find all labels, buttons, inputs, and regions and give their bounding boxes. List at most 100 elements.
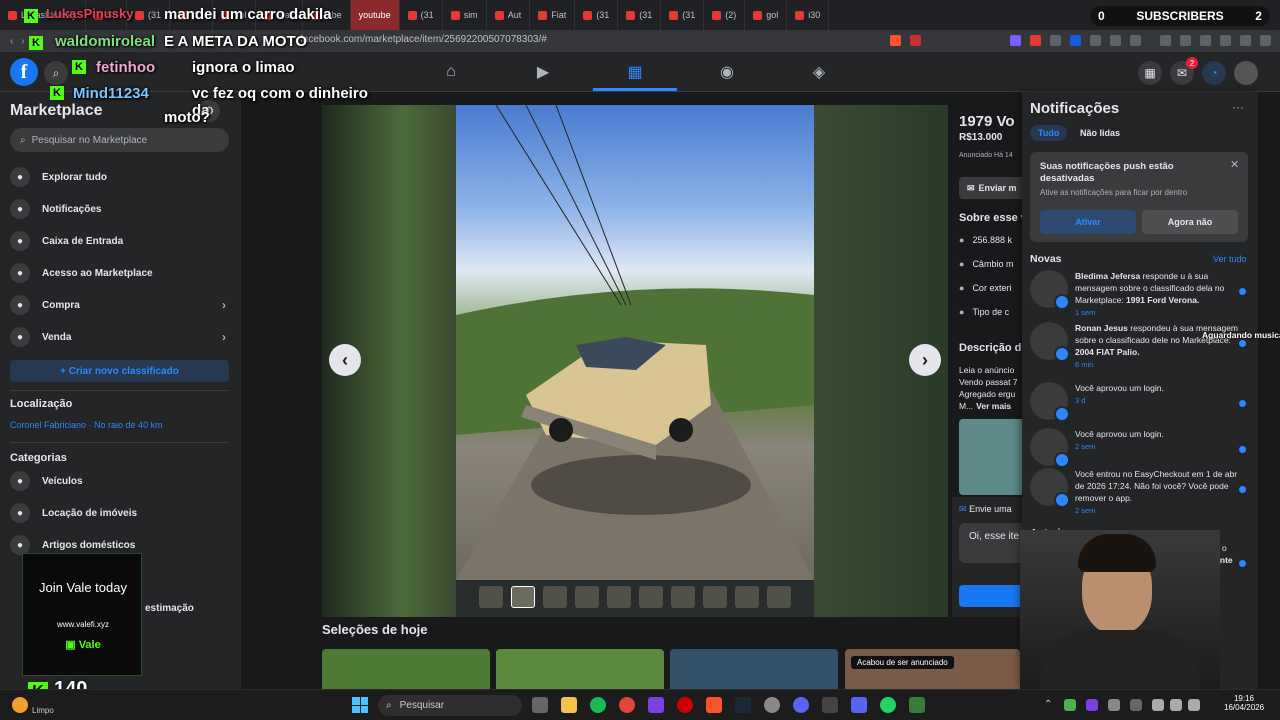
back-icon[interactable]: ‹ <box>10 36 13 47</box>
photo-thumbnail[interactable] <box>607 586 631 608</box>
listing-card[interactable] <box>496 649 664 689</box>
activate-button[interactable]: Ativar <box>1040 210 1136 234</box>
extension-icon[interactable] <box>1030 35 1041 46</box>
notification-item[interactable]: Ronan Jesus respondeu à sua mensagem sob… <box>1030 322 1252 369</box>
location-map[interactable] <box>959 419 1022 495</box>
app-icon[interactable] <box>648 697 664 713</box>
menu-icon[interactable] <box>1260 35 1271 46</box>
video-icon[interactable]: ▶ <box>531 60 555 84</box>
weather-icon[interactable] <box>12 697 28 713</box>
browser-tab[interactable]: (2) <box>704 0 746 30</box>
wifi-icon[interactable] <box>1170 699 1182 711</box>
steam-icon[interactable] <box>735 697 751 713</box>
photo-thumbnail[interactable] <box>767 586 791 608</box>
photo-thumbnail[interactable] <box>703 586 727 608</box>
search-input[interactable]: ⌕ Pesquisar no Marketplace <box>10 128 229 152</box>
volume-icon[interactable] <box>1188 699 1200 711</box>
notification-item[interactable]: Você aprovou um login. 3 d <box>1030 382 1252 428</box>
notification-item[interactable]: Você entrou no EasyCheckout em 1 de abr … <box>1030 468 1252 515</box>
clock[interactable]: 19:16 16/04/2026 <box>1224 694 1264 712</box>
extension-icon[interactable] <box>1130 35 1141 46</box>
see-all-link[interactable]: Ver tudo <box>1213 254 1247 264</box>
listing-card[interactable] <box>845 649 1020 689</box>
category-label[interactable]: estimação <box>145 603 194 614</box>
close-icon[interactable]: ✕ <box>1230 158 1239 171</box>
browser-tab[interactable]: (31 <box>400 0 443 30</box>
photo-thumbnail[interactable] <box>511 586 535 608</box>
leo-icon[interactable] <box>1220 35 1231 46</box>
file-explorer-icon[interactable] <box>561 697 577 713</box>
notification-item[interactable]: Bledima Jefersa responde u à sua mensage… <box>1030 270 1252 317</box>
photo-thumbnail[interactable] <box>479 586 503 608</box>
browser-tab[interactable]: (31 <box>618 0 662 30</box>
spotify-icon[interactable] <box>590 697 606 713</box>
brave-icon[interactable] <box>706 697 722 713</box>
extension-icon[interactable] <box>1010 35 1021 46</box>
category-item[interactable]: ● Veículos <box>10 468 230 494</box>
chrome-icon[interactable] <box>619 697 635 713</box>
browser-tab[interactable]: (31 <box>575 0 619 30</box>
app-icon[interactable] <box>822 697 838 713</box>
photo-thumbnail[interactable] <box>639 586 663 608</box>
location-link[interactable]: Coronel Fabriciano · No raio de 40 km <box>10 420 163 430</box>
more-options-icon[interactable]: ··· <box>1232 100 1244 114</box>
app-icon[interactable] <box>793 697 809 713</box>
discord-icon[interactable] <box>851 697 867 713</box>
sidebar-item[interactable]: ● Caixa de Entrada <box>10 228 230 254</box>
browser-tab[interactable]: Aut <box>487 0 531 30</box>
create-listing-button[interactable]: + Criar novo classificado <box>10 360 229 382</box>
opera-icon[interactable] <box>677 697 693 713</box>
browser-tab[interactable]: Fiat <box>530 0 576 30</box>
browser-tab[interactable]: (31 <box>661 0 705 30</box>
groups-icon[interactable]: ◉ <box>715 60 739 84</box>
home-icon[interactable]: ⌂ <box>439 60 463 84</box>
browser-tab[interactable]: gol <box>745 0 788 30</box>
next-photo-button[interactable]: › <box>909 344 941 376</box>
see-more-link[interactable]: Ver mais <box>976 401 1011 411</box>
bell-icon[interactable]: ◔ <box>1202 61 1226 85</box>
send-button[interactable] <box>959 585 1022 607</box>
browser-tab[interactable]: sim <box>443 0 487 30</box>
photo-thumbnail[interactable] <box>543 586 567 608</box>
whatsapp-icon[interactable] <box>880 697 896 713</box>
vpn-icon[interactable] <box>1240 35 1251 46</box>
microphone-icon[interactable] <box>1152 699 1164 711</box>
message-input[interactable]: Oi, esse ite <box>959 523 1022 563</box>
filter-unread-tab[interactable]: Não lidas <box>1072 125 1128 141</box>
taskbar-search[interactable]: ⌕ Pesquisar <box>378 695 522 716</box>
sidebar-item[interactable]: ● Acesso ao Marketplace <box>10 260 230 286</box>
extension-icon[interactable] <box>1110 35 1121 46</box>
sidebar-item[interactable]: ● Compra › <box>10 292 230 318</box>
sidebar-item[interactable]: ● Explorar tudo <box>10 164 230 190</box>
sidebar-icon[interactable] <box>1180 35 1191 46</box>
task-view-icon[interactable] <box>532 697 548 713</box>
previous-photo-button[interactable]: ‹ <box>329 344 361 376</box>
listing-photo[interactable] <box>456 105 814 580</box>
browser-tab[interactable]: i30 <box>787 0 830 30</box>
windows-start-icon[interactable] <box>352 697 368 713</box>
marketplace-icon[interactable]: ▦ <box>623 60 647 84</box>
tray-icon[interactable] <box>1130 699 1142 711</box>
listing-card[interactable] <box>322 649 490 689</box>
sidebar-item[interactable]: ● Notificações <box>10 196 230 222</box>
sidebar-item[interactable]: ● Venda › <box>10 324 230 350</box>
photo-thumbnail[interactable] <box>575 586 599 608</box>
brave-rewards-icon[interactable] <box>910 35 921 46</box>
brave-shield-icon[interactable] <box>890 35 901 46</box>
not-now-button[interactable]: Agora não <box>1142 210 1238 234</box>
tray-icon[interactable] <box>1086 699 1098 711</box>
filter-all-tab[interactable]: Tudo <box>1030 125 1068 141</box>
gaming-icon[interactable]: ◈ <box>807 60 831 84</box>
app-icon[interactable] <box>764 697 780 713</box>
photo-thumbnail[interactable] <box>671 586 695 608</box>
wallet-icon[interactable] <box>1200 35 1211 46</box>
extension-icon[interactable] <box>1050 35 1061 46</box>
tray-icon[interactable] <box>1064 699 1076 711</box>
chevron-up-icon[interactable]: ⌃ <box>1044 699 1052 710</box>
extension-icon[interactable] <box>1090 35 1101 46</box>
app-icon[interactable] <box>909 697 925 713</box>
media-icon[interactable] <box>1160 35 1171 46</box>
extension-icon[interactable] <box>1070 35 1081 46</box>
avatar[interactable] <box>1234 61 1258 85</box>
listing-card[interactable] <box>670 649 838 689</box>
